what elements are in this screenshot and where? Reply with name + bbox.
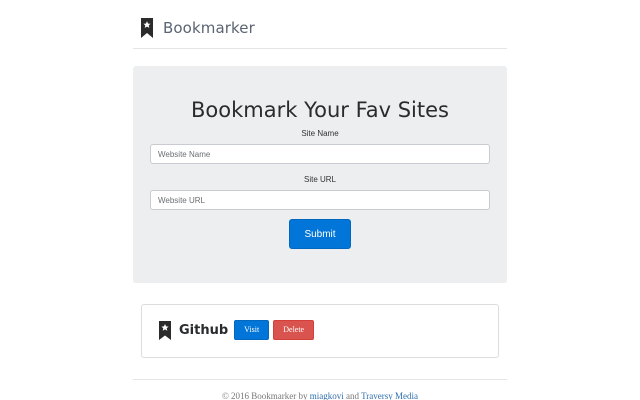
- page: Bookmarker Bookmark Your Fav Sites Site …: [0, 0, 640, 400]
- brand-name[interactable]: Bookmarker: [163, 19, 255, 37]
- footer-author-link-miagkovi[interactable]: miagkovi: [310, 391, 344, 400]
- site-url-input[interactable]: [150, 190, 490, 210]
- visit-button[interactable]: Visit: [234, 320, 270, 340]
- bookmark-name: Github: [179, 322, 229, 338]
- site-name-input[interactable]: [150, 144, 490, 164]
- footer: © 2016 Bookmarker by miagkovi and Traver…: [133, 379, 507, 400]
- footer-author-link-traversy[interactable]: Traversy Media: [361, 391, 418, 400]
- form-title: Bookmark Your Fav Sites: [191, 98, 449, 122]
- bookmark-card: Github Visit Delete: [141, 304, 499, 358]
- site-name-label: Site Name: [301, 129, 339, 138]
- bookmark-form-panel: Bookmark Your Fav Sites Site Name Site U…: [133, 66, 507, 283]
- footer-joiner: and: [343, 391, 362, 400]
- footer-copyright: © 2016 Bookmarker by: [221, 391, 310, 400]
- bookmark-star-icon: [159, 320, 171, 340]
- site-url-label: Site URL: [303, 175, 336, 184]
- header: Bookmarker: [133, 8, 507, 49]
- bookmark-star-icon: [141, 18, 153, 38]
- delete-button[interactable]: Delete: [273, 320, 315, 340]
- list-item: Github Visit Delete: [159, 320, 315, 340]
- submit-button[interactable]: Submit: [289, 219, 351, 249]
